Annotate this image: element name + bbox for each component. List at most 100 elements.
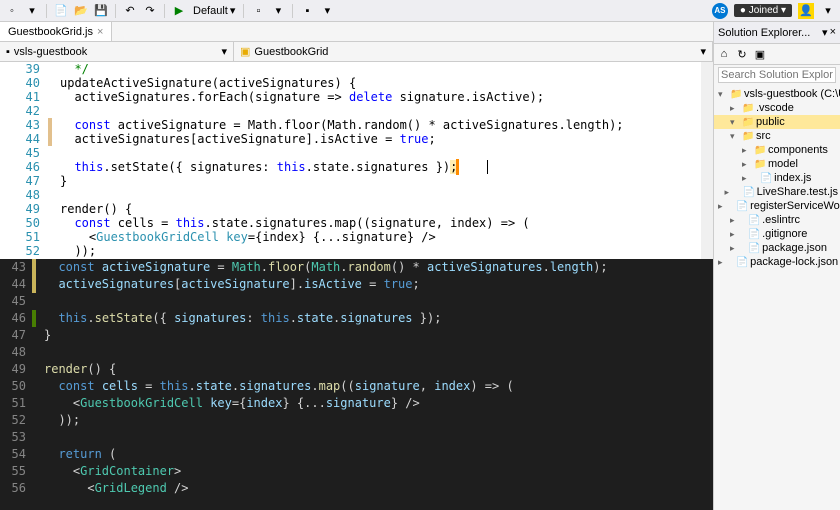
tree-item-label: vsls-guestbook (C:\User [744, 88, 840, 100]
expand-arrow-icon[interactable] [718, 88, 728, 100]
code-line[interactable]: 45 [0, 293, 713, 310]
tree-item-label: registerServiceWor [750, 200, 840, 212]
run-config-dropdown[interactable]: Default ▾ [191, 4, 237, 17]
line-number: 39 [0, 62, 48, 76]
code-line[interactable]: 41 activeSignatures.forEach(signature =>… [0, 90, 713, 104]
code-line[interactable]: 49 render() { [0, 202, 713, 216]
code-line[interactable]: 48 [0, 344, 713, 361]
refresh-icon[interactable]: ↻ [734, 46, 750, 62]
code-text [52, 146, 60, 160]
undo-button[interactable]: ↶ [122, 3, 138, 19]
chevron-down-icon: ▾ [221, 45, 227, 58]
code-text: return ( [36, 446, 116, 463]
nav-back-button[interactable]: ◦ [4, 3, 20, 19]
tree-item-label: public [756, 116, 785, 128]
file-icon [748, 242, 760, 254]
expand-arrow-icon[interactable] [730, 130, 740, 142]
code-text: render() { [52, 202, 132, 216]
run-button[interactable]: ▶ [171, 3, 187, 19]
solution-explorer-header: Solution Explorer... ▾ × [714, 22, 840, 44]
tree-item[interactable]: vsls-guestbook (C:\User [714, 87, 840, 101]
code-text: <GuestbookGridCell key={index} {...signa… [52, 230, 436, 244]
code-line[interactable]: 55 <GridContainer> [0, 463, 713, 480]
code-editor-light[interactable]: 39 */40updateActiveSignature(activeSigna… [0, 62, 713, 259]
code-line[interactable]: 47} [0, 327, 713, 344]
code-line[interactable]: 46 this.setState({ signatures: this.stat… [0, 160, 713, 174]
expand-arrow-icon[interactable] [742, 144, 752, 156]
code-text [36, 293, 44, 310]
save-button[interactable]: 💾 [93, 3, 109, 19]
project-scope-dropdown[interactable]: ▪ vsls-guestbook ▾ [0, 42, 234, 61]
line-number: 46 [0, 310, 32, 327]
code-line[interactable]: 40updateActiveSignature(activeSignatures… [0, 76, 713, 90]
open-button[interactable]: 📂 [73, 3, 89, 19]
code-line[interactable]: 56 <GridLegend /> [0, 480, 713, 497]
search-input[interactable] [718, 67, 836, 83]
code-line[interactable]: 43 const activeSignature = Math.floor(Ma… [0, 259, 713, 276]
line-number: 51 [0, 395, 32, 412]
code-text: const activeSignature = Math.floor(Math.… [36, 259, 608, 276]
code-line[interactable]: 45 [0, 146, 713, 160]
scrollbar-vertical[interactable] [701, 62, 713, 259]
expand-arrow-icon[interactable] [742, 158, 752, 170]
code-text: <GuestbookGridCell key={index} {...signa… [36, 395, 420, 412]
tree-item[interactable]: registerServiceWor [714, 199, 840, 213]
code-editor-dark[interactable]: ↖ 43 const activeSignature = Math.floor(… [0, 259, 713, 510]
participant-badge[interactable]: 👤 [798, 3, 814, 19]
tool-btn-2[interactable]: ▾ [270, 3, 286, 19]
expand-arrow-icon[interactable] [730, 116, 740, 128]
expand-arrow-icon[interactable] [730, 102, 740, 114]
code-line[interactable]: 43 const activeSignature = Math.floor(Ma… [0, 118, 713, 132]
tree-item[interactable]: .vscode [714, 101, 840, 115]
bookmark-button[interactable]: ▪ [299, 3, 315, 19]
nav-fwd-button[interactable]: ▾ [24, 3, 40, 19]
tree-item-label: .gitignore [762, 228, 807, 240]
code-text: activeSignatures.forEach(signature => de… [52, 90, 544, 104]
tool-btn-1[interactable]: ▫ [250, 3, 266, 19]
expand-arrow-icon [742, 172, 758, 184]
tree-item[interactable]: package.json [714, 241, 840, 255]
code-line[interactable]: 42 [0, 104, 713, 118]
close-icon[interactable]: × [97, 26, 103, 38]
tree-item[interactable]: LiveShare.test.js [714, 185, 840, 199]
code-line[interactable]: 51 <GuestbookGridCell key={index} {...si… [0, 395, 713, 412]
editor-tab[interactable]: GuestbookGrid.js × [0, 22, 112, 41]
tree-item[interactable]: src [714, 129, 840, 143]
code-line[interactable]: 53 [0, 429, 713, 446]
tree-item[interactable]: .gitignore [714, 227, 840, 241]
tree-item[interactable]: model [714, 157, 840, 171]
tree-item[interactable]: public [714, 115, 840, 129]
code-line[interactable]: 54 return ( [0, 446, 713, 463]
user-avatar[interactable]: AS [712, 3, 728, 19]
code-line[interactable]: 39 */ [0, 62, 713, 76]
tree-item[interactable]: components [714, 143, 840, 157]
redo-button[interactable]: ↷ [142, 3, 158, 19]
file-icon [760, 172, 772, 184]
code-line[interactable]: 44 activeSignatures[activeSignature].isA… [0, 276, 713, 293]
code-line[interactable]: 46 this.setState({ signatures: this.stat… [0, 310, 713, 327]
file-icon [736, 256, 748, 268]
pin-icon[interactable]: ▾ [822, 26, 828, 39]
feedback-button[interactable]: ▾ [820, 3, 836, 19]
code-line[interactable]: 47} [0, 174, 713, 188]
tree-item[interactable]: index.js [714, 171, 840, 185]
code-line[interactable]: 52 )); [0, 412, 713, 429]
code-line[interactable]: 52 )); [0, 244, 713, 258]
home-icon[interactable]: ⌂ [716, 46, 732, 62]
tool-btn-3[interactable]: ▾ [319, 3, 335, 19]
new-file-button[interactable]: 📄 [53, 3, 69, 19]
line-number: 49 [0, 202, 48, 216]
code-line[interactable]: 51 <GuestbookGridCell key={index} {...si… [0, 230, 713, 244]
code-line[interactable]: 44 activeSignatures[activeSignature].isA… [0, 132, 713, 146]
tree-item[interactable]: package-lock.json [714, 255, 840, 269]
liveshare-status-badge[interactable]: ● Joined ▾ [734, 4, 792, 17]
code-line[interactable]: 50 const cells = this.state.signatures.m… [0, 216, 713, 230]
tree-item-label: .vscode [756, 102, 794, 114]
close-icon[interactable]: × [830, 26, 836, 39]
code-line[interactable]: 49render() { [0, 361, 713, 378]
tree-item[interactable]: .eslintrc [714, 213, 840, 227]
symbol-scope-dropdown[interactable]: ▣ GuestbookGrid ▾ [234, 42, 713, 61]
code-line[interactable]: 50 const cells = this.state.signatures.m… [0, 378, 713, 395]
collapse-icon[interactable]: ▣ [752, 46, 768, 62]
code-line[interactable]: 48 [0, 188, 713, 202]
